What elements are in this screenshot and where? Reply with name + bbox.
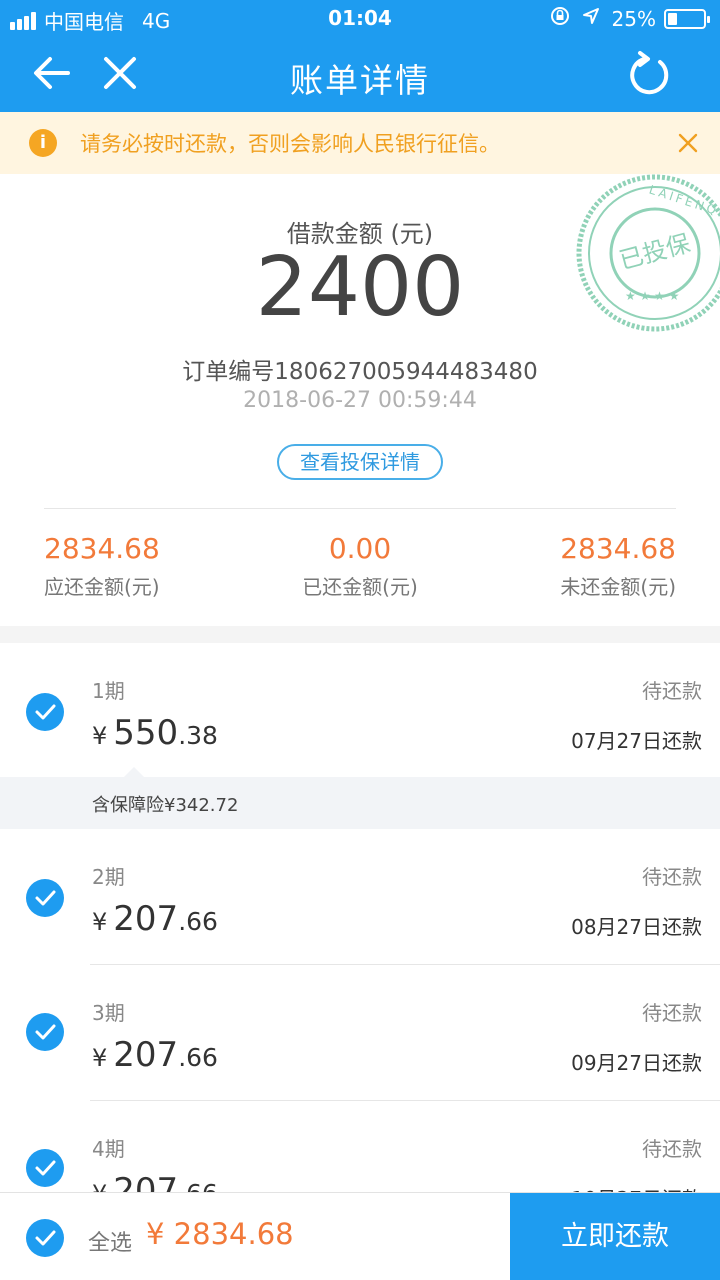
bottom-action-bar: 全选 ¥ 2834.68 立即还款 (0, 1192, 720, 1280)
amount-integer: 207 (113, 899, 179, 939)
installment-amount: ¥ 207 .66 (92, 1035, 218, 1075)
installment-period: 3期 (92, 1001, 125, 1025)
refresh-icon[interactable] (624, 50, 674, 100)
amount-decimal: .66 (178, 1043, 218, 1072)
installment-row[interactable]: 2期 待还款 ¥ 207 .66 08月27日还款 (0, 829, 720, 965)
installment-period: 4期 (92, 1137, 125, 1161)
status-right: 25% (550, 6, 710, 31)
order-number: 订单编号180627005944483480 (182, 359, 538, 385)
insurance-note-text: 含保障险¥342.72 (92, 795, 239, 816)
installment-status: 待还款 (642, 1001, 702, 1025)
checkmark-icon[interactable] (26, 1013, 64, 1051)
amount-integer: 207 (113, 1171, 179, 1192)
amount-integer: 550 (113, 713, 179, 753)
currency-symbol: ¥ (92, 908, 108, 936)
amount-decimal: .66 (178, 1179, 218, 1192)
back-arrow-icon[interactable] (30, 48, 74, 98)
select-all-label[interactable]: 全选 (88, 1225, 132, 1257)
rotation-lock-icon (550, 6, 570, 31)
checkmark-icon[interactable] (26, 1149, 64, 1187)
currency-symbol: ¥ (92, 722, 108, 750)
installment-status: 待还款 (642, 679, 702, 703)
installment-status: 待还款 (642, 865, 702, 889)
installment-due-date: 10月27日还款 (571, 1183, 702, 1192)
installment-due-date: 09月27日还款 (571, 1051, 702, 1075)
installment-amount: ¥ 550 .38 (92, 713, 218, 753)
close-icon[interactable] (98, 48, 142, 98)
order-datetime: 2018-06-27 00:59:44 (243, 388, 477, 413)
notice-banner: i 请务必按时还款，否则会影响人民银行征信。 (0, 112, 720, 174)
location-icon (582, 7, 600, 30)
battery-fill (668, 12, 677, 25)
checkmark-icon[interactable] (26, 879, 64, 917)
installment-row[interactable]: 4期 待还款 ¥ 207 .66 10月27日还款 (0, 1101, 720, 1192)
loan-amount: 2400 (255, 240, 465, 335)
installment-list: 1期 待还款 ¥ 550 .38 07月27日还款 含保障险¥342.72 2期… (0, 643, 720, 1192)
installment-amount: ¥ 207 .66 (92, 899, 218, 939)
status-bar: 中国电信 4G 01:04 25% (0, 0, 720, 36)
loan-summary-card: 已投保 LAIFENQI ★ ★ ★ ★ 借款金额 (元) 2400 订单编号1… (0, 174, 720, 626)
battery-icon (664, 8, 710, 29)
amount-decimal: .66 (178, 907, 218, 936)
divider (44, 508, 676, 509)
view-insurance-button[interactable]: 查看投保详情 (277, 444, 443, 480)
amount-integer: 207 (113, 1035, 179, 1075)
installment-period: 2期 (92, 865, 125, 889)
currency-symbol: ¥ (92, 1044, 108, 1072)
installment-status: 待还款 (642, 1137, 702, 1161)
installment-amount: ¥ 207 .66 (92, 1171, 218, 1192)
select-all-checkbox[interactable] (26, 1219, 64, 1257)
top-bar: 中国电信 4G 01:04 25% 账单详情 (0, 0, 720, 112)
installment-due-date: 08月27日还款 (571, 915, 702, 939)
stat-label: 未还金额(元) (560, 575, 676, 599)
installment-row[interactable]: 1期 待还款 ¥ 550 .38 07月27日还款 (0, 643, 720, 779)
checkmark-icon[interactable] (26, 693, 64, 731)
checkmark-icon (35, 1230, 56, 1246)
installment-period: 1期 (92, 679, 125, 703)
amount-decimal: .38 (178, 721, 218, 750)
installment-row[interactable]: 3期 待还款 ¥ 207 .66 09月27日还款 (0, 965, 720, 1101)
notice-close-icon[interactable] (670, 125, 706, 161)
info-icon: i (29, 129, 57, 157)
stat-value: 2834.68 (560, 532, 676, 565)
pay-now-button[interactable]: 立即还款 (510, 1193, 720, 1280)
nav-bar: 账单详情 (0, 36, 720, 112)
stat-unpaid: 2834.68 未还金额(元) (436, 532, 676, 600)
insurance-note: 含保障险¥342.72 (0, 767, 720, 829)
battery-percent: 25% (611, 6, 656, 31)
installment-due-date: 07月27日还款 (571, 729, 702, 753)
currency-symbol: ¥ (92, 1180, 107, 1192)
notice-text: 请务必按时还款，否则会影响人民银行征信。 (80, 132, 500, 156)
total-amount: ¥ 2834.68 (146, 1217, 294, 1251)
